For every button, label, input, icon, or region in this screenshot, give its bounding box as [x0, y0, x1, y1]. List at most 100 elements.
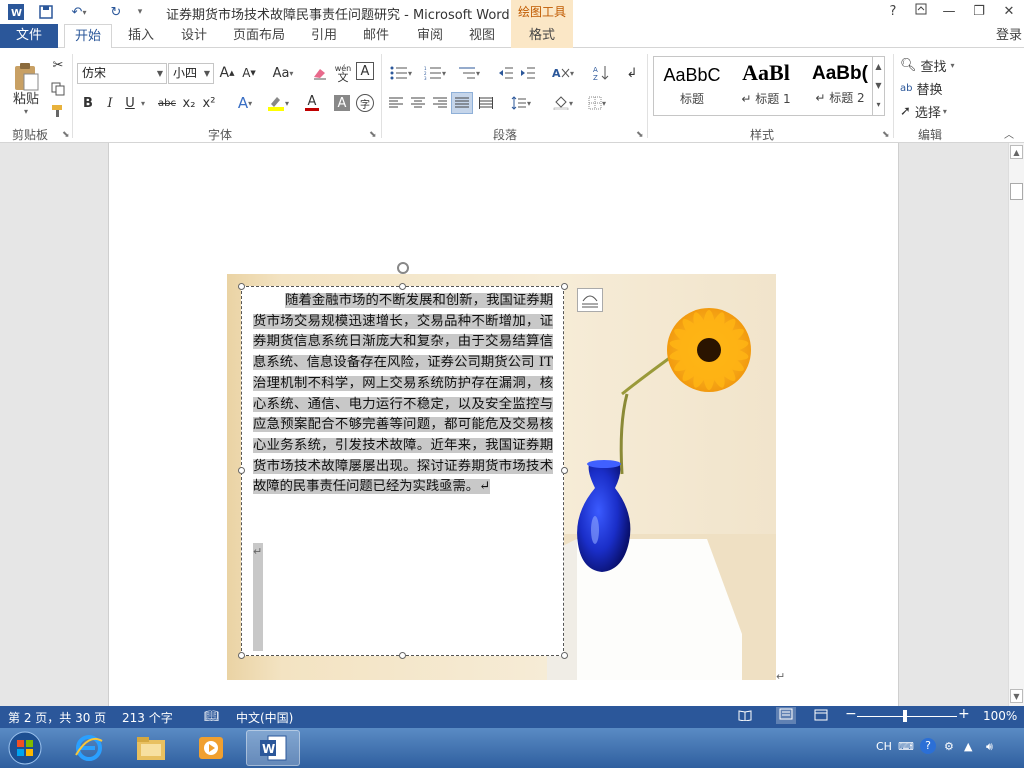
- tab-references[interactable]: 引用: [302, 24, 346, 48]
- help-tray-icon[interactable]: ?: [920, 738, 936, 754]
- rotate-handle-icon[interactable]: [397, 262, 409, 274]
- scroll-thumb[interactable]: [1010, 183, 1023, 200]
- italic-button[interactable]: I: [102, 92, 118, 114]
- tab-view[interactable]: 视图: [460, 24, 504, 48]
- save-icon[interactable]: [34, 3, 58, 21]
- font-size-combo[interactable]: 小四 ▼: [168, 63, 214, 84]
- word-taskbar-icon[interactable]: W: [246, 730, 300, 766]
- char-shading-button[interactable]: A: [334, 95, 350, 111]
- shading-button[interactable]: ▾: [548, 92, 578, 114]
- show-marks-icon[interactable]: ↲: [622, 62, 642, 84]
- asian-layout-button[interactable]: A ▾: [548, 62, 578, 84]
- tab-design[interactable]: 设计: [172, 24, 216, 48]
- scroll-down-icon[interactable]: ▼: [1010, 689, 1023, 703]
- proofing-icon[interactable]: 📖︎: [204, 709, 219, 723]
- file-explorer-icon[interactable]: [124, 730, 178, 766]
- print-layout-icon[interactable]: [776, 707, 796, 724]
- tab-mailings[interactable]: 邮件: [354, 24, 398, 48]
- vertical-scrollbar[interactable]: ▲ ▼: [1008, 143, 1024, 706]
- resize-handle[interactable]: [561, 652, 568, 659]
- highlight-button[interactable]: ▾: [264, 92, 292, 114]
- tab-page-layout[interactable]: 页面布局: [226, 24, 292, 48]
- tab-file[interactable]: 文件: [0, 24, 58, 48]
- zoom-in-icon[interactable]: +: [958, 706, 970, 722]
- strikethrough-button[interactable]: abc: [156, 92, 178, 114]
- tab-format[interactable]: 格式: [511, 24, 573, 48]
- font-launcher-icon[interactable]: ⬊: [369, 130, 377, 140]
- subscript-button[interactable]: x₂: [180, 92, 198, 114]
- clipboard-launcher-icon[interactable]: ⬊: [62, 130, 70, 140]
- decrease-indent-icon[interactable]: [496, 62, 516, 84]
- font-name-combo[interactable]: 仿宋 ▼: [77, 63, 167, 84]
- close-button[interactable]: ✕: [998, 2, 1020, 22]
- char-border-button[interactable]: A: [356, 62, 374, 80]
- borders-button[interactable]: ▾: [582, 92, 612, 114]
- ribbon-display-icon[interactable]: [910, 2, 932, 22]
- resize-handle[interactable]: [561, 283, 568, 290]
- sort-icon[interactable]: AZ: [590, 62, 612, 84]
- read-mode-icon[interactable]: [738, 709, 752, 724]
- paste-dropdown-icon[interactable]: ▾: [20, 106, 32, 116]
- bold-button[interactable]: B: [80, 92, 96, 114]
- gallery-up-icon[interactable]: ▲: [872, 57, 884, 76]
- zoom-level[interactable]: 100%: [983, 709, 1017, 723]
- resize-handle[interactable]: [561, 467, 568, 474]
- chevron-down-icon[interactable]: ▾: [138, 92, 148, 114]
- start-button[interactable]: [0, 730, 50, 766]
- undo-icon[interactable]: ↶ ▾: [64, 3, 94, 21]
- phonetic-guide-button[interactable]: wén 文: [332, 62, 354, 84]
- styles-launcher-icon[interactable]: ⬊: [882, 130, 890, 140]
- text-box-content[interactable]: 随着金融市场的不断发展和创新，我国证券期货市场交易规模迅速增长，交易品种不断增加…: [253, 291, 553, 498]
- text-effects-button[interactable]: A ▾: [232, 92, 258, 114]
- cut-icon[interactable]: ✂: [48, 54, 68, 76]
- bullets-button[interactable]: ▾: [386, 62, 416, 84]
- paragraph-launcher-icon[interactable]: ⬊: [636, 130, 644, 140]
- tab-review[interactable]: 审阅: [408, 24, 452, 48]
- language[interactable]: 中文(中国): [236, 709, 293, 726]
- redo-icon[interactable]: ↻: [104, 3, 128, 21]
- word-app-icon[interactable]: W: [4, 3, 28, 21]
- resize-handle[interactable]: [238, 467, 245, 474]
- zoom-out-icon[interactable]: −: [845, 706, 857, 722]
- copy-icon[interactable]: [48, 78, 68, 100]
- word-count[interactable]: 213 个字: [122, 709, 173, 726]
- web-layout-icon[interactable]: [814, 709, 828, 724]
- format-painter-icon[interactable]: [48, 100, 68, 122]
- line-spacing-button[interactable]: ▾: [506, 92, 536, 114]
- minimize-button[interactable]: —: [938, 2, 960, 22]
- shrink-font-button[interactable]: A ▼: [240, 62, 258, 84]
- keyboard-icon[interactable]: ⌨: [898, 740, 914, 753]
- gallery-more-icon[interactable]: ▾: [872, 95, 884, 115]
- login-link[interactable]: 登录: [996, 24, 1022, 48]
- style-heading-1[interactable]: AaBl ↵ 标题 1: [730, 57, 802, 115]
- align-left-icon[interactable]: [386, 92, 406, 114]
- font-color-button[interactable]: A: [298, 92, 326, 114]
- selected-text[interactable]: 随着金融市场的不断发展和创新，我国证券期货市场交易规模迅速增长，交易品种不断增加…: [253, 293, 553, 495]
- grow-font-button[interactable]: A ▲: [218, 62, 236, 84]
- tray-settings-icon[interactable]: ⚙︎: [944, 740, 954, 753]
- zoom-slider[interactable]: [857, 716, 957, 717]
- style-heading-2[interactable]: AaBb( ↵ 标题 2: [804, 57, 876, 115]
- volume-icon[interactable]: 🔊︎: [986, 740, 993, 754]
- increase-indent-icon[interactable]: [518, 62, 538, 84]
- scroll-up-icon[interactable]: ▲: [1010, 145, 1023, 159]
- distribute-icon[interactable]: [476, 92, 496, 114]
- internet-explorer-icon[interactable]: [62, 730, 116, 766]
- tab-home[interactable]: 开始: [64, 24, 112, 49]
- style-title[interactable]: AaBbC 标题: [656, 57, 728, 115]
- enclose-char-button[interactable]: 字: [356, 94, 374, 112]
- customize-qat-icon[interactable]: ▾: [132, 3, 148, 21]
- restore-button[interactable]: ❐: [968, 2, 990, 22]
- select-button[interactable]: ➚ 选择 ▾: [900, 100, 964, 122]
- change-case-button[interactable]: Aa ▾: [268, 62, 298, 84]
- align-center-icon[interactable]: [408, 92, 428, 114]
- superscript-button[interactable]: x²: [200, 92, 218, 114]
- underline-button[interactable]: U: [122, 92, 138, 114]
- resize-handle[interactable]: [238, 283, 245, 290]
- collapse-ribbon-icon[interactable]: ︿: [1002, 126, 1016, 141]
- help-button[interactable]: ?: [882, 2, 904, 22]
- tab-insert[interactable]: 插入: [118, 24, 164, 48]
- page-count[interactable]: 第 2 页，共 30 页: [8, 709, 106, 726]
- media-player-icon[interactable]: [184, 730, 238, 766]
- text-box[interactable]: 随着金融市场的不断发展和创新，我国证券期货市场交易规模迅速增长，交易品种不断增加…: [241, 286, 564, 656]
